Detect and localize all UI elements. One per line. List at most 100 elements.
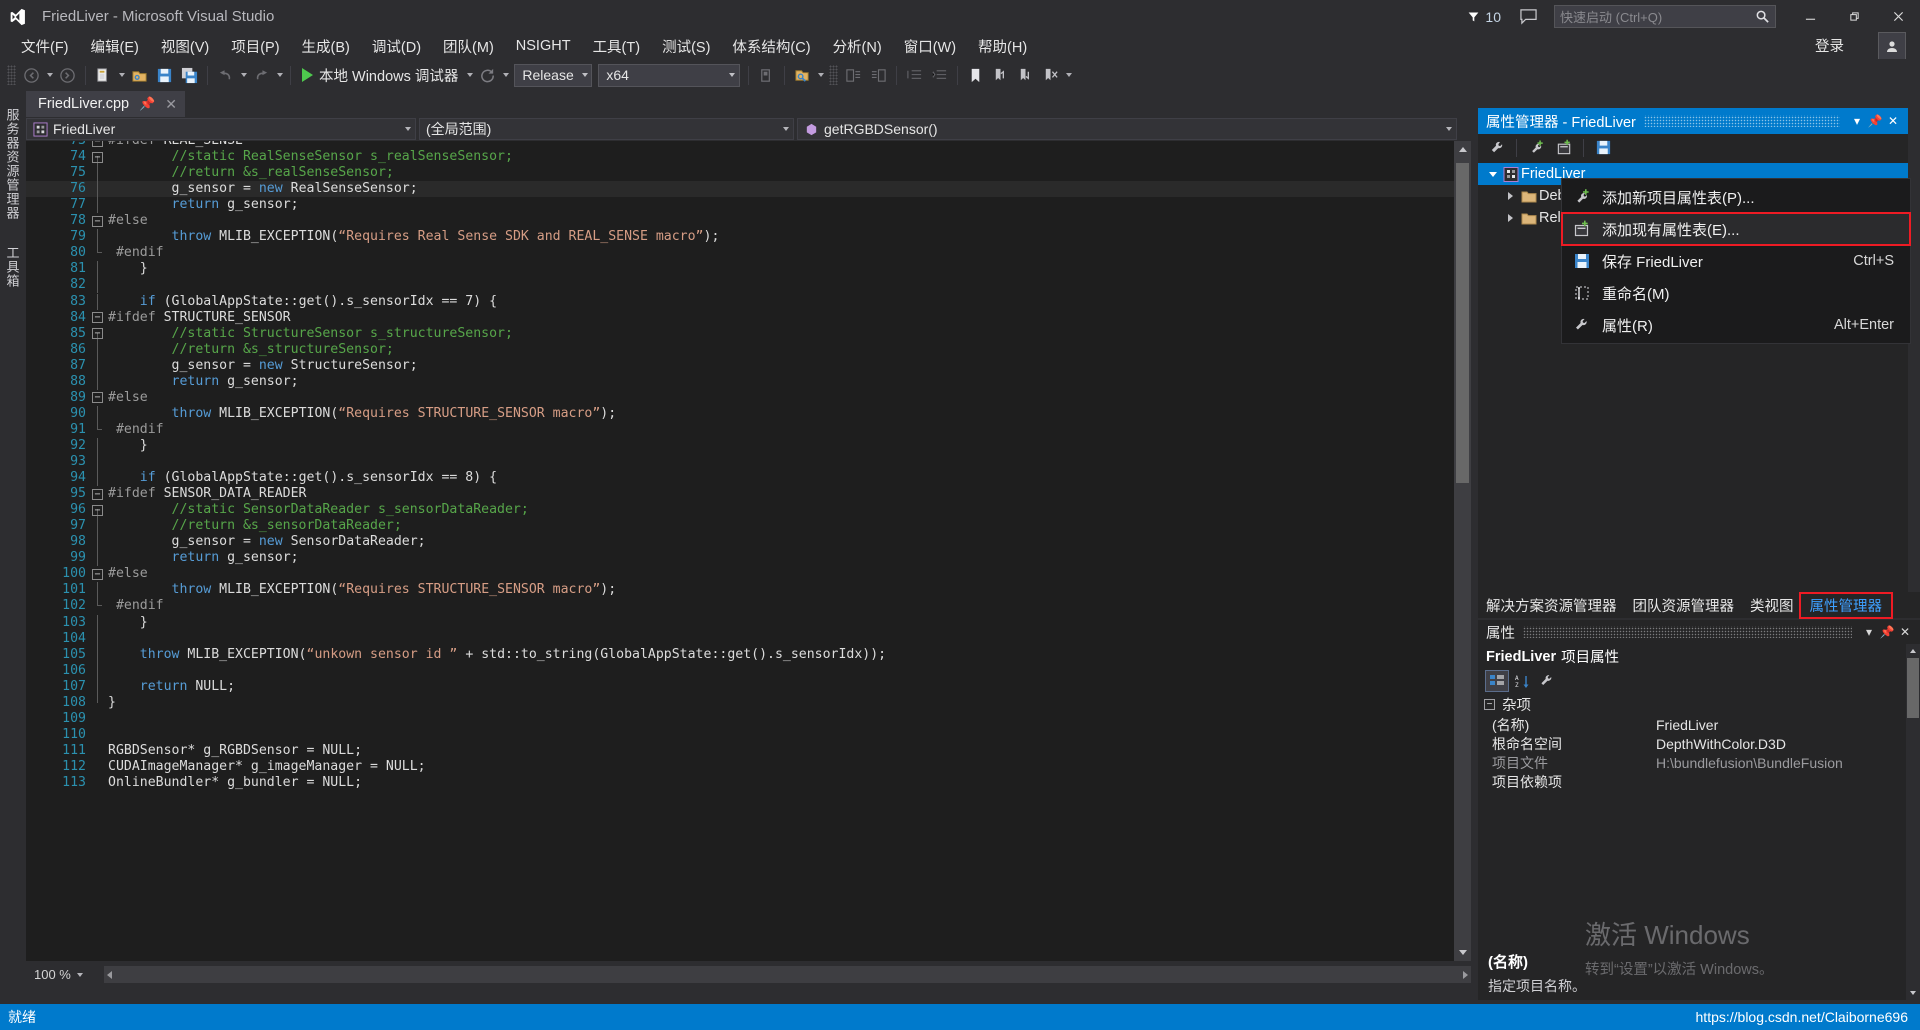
prop-row-project-file[interactable]: 项目文件 H:\bundlefusion\BundleFusion xyxy=(1478,753,1920,772)
minimize-button[interactable] xyxy=(1788,0,1832,33)
attach-process-icon[interactable] xyxy=(754,63,779,87)
close-button[interactable] xyxy=(1876,0,1920,33)
code-line[interactable]: 93 xyxy=(26,454,1471,471)
property-pages-icon[interactable] xyxy=(1536,671,1558,691)
menu-view[interactable]: 视图(V) xyxy=(150,33,220,60)
navbar-scope-combo[interactable]: (全局范围) xyxy=(419,118,794,140)
restart-icon[interactable] xyxy=(475,63,500,87)
properties-group-row[interactable]: − 杂项 xyxy=(1478,693,1920,715)
code-line[interactable]: 95− #ifdef SENSOR_DATA_READER xyxy=(26,486,1471,502)
find-in-files-icon[interactable] xyxy=(790,63,815,87)
undo-dropdown[interactable] xyxy=(238,63,249,87)
code-line[interactable]: 109 xyxy=(26,711,1471,727)
menu-file[interactable]: 文件(F) xyxy=(10,33,80,60)
close-icon[interactable]: ✕ xyxy=(1884,111,1902,131)
code-line[interactable]: 108} xyxy=(26,694,1471,711)
code-line[interactable]: 85− //static StructureSensor s_structure… xyxy=(26,326,1471,342)
editor-tab-friedliver-cpp[interactable]: FriedLiver.cpp 📌 ✕ xyxy=(26,91,185,117)
close-icon[interactable]: ✕ xyxy=(1896,622,1914,642)
scroll-down-arrow[interactable] xyxy=(1454,944,1471,961)
notification-indicator[interactable]: 10 xyxy=(1467,9,1501,25)
prop-row-root-namespace[interactable]: 根命名空间 DepthWithColor.D3D xyxy=(1478,734,1920,753)
properties-subject[interactable]: FriedLiver 项目属性 xyxy=(1478,644,1920,669)
alphabetical-sort-icon[interactable]: AZ xyxy=(1511,671,1533,691)
clear-bookmarks-icon[interactable] xyxy=(1038,63,1063,87)
scroll-down-arrow[interactable] xyxy=(1906,986,1920,1000)
quick-launch-search[interactable]: 快速启动 (Ctrl+Q) xyxy=(1554,5,1776,28)
code-line[interactable]: 101 throw MLIB_EXCEPTION(“Requires STRUC… xyxy=(26,582,1471,599)
add-existing-property-sheet-icon[interactable] xyxy=(1551,136,1577,159)
collapse-region-icon[interactable]: − xyxy=(92,312,103,324)
new-item-icon[interactable] xyxy=(91,63,116,87)
strip-toolbox[interactable]: 工具箱 xyxy=(0,232,24,302)
prop-row-project-dependencies[interactable]: 项目依赖项 xyxy=(1478,772,1920,791)
pin-icon[interactable]: 📌 xyxy=(1878,622,1896,642)
outdent-icon[interactable] xyxy=(902,63,927,87)
code-line[interactable]: 90 throw MLIB_EXCEPTION(“Requires STRUCT… xyxy=(26,405,1471,422)
menu-nsight[interactable]: NSIGHT xyxy=(505,35,582,57)
pin-icon[interactable]: 📌 xyxy=(139,96,155,112)
code-line[interactable]: 75 //return &s_realSenseSensor; xyxy=(26,165,1471,182)
code-line[interactable]: 89− #else xyxy=(26,390,1471,406)
ctx-save-friedliver[interactable]: 保存 FriedLiver Ctrl+S xyxy=(1562,245,1910,277)
redo-dropdown[interactable] xyxy=(274,63,285,87)
collapse-region-icon[interactable]: − xyxy=(92,392,103,404)
code-line[interactable]: 84− #ifdef STRUCTURE_SENSOR xyxy=(26,310,1471,326)
close-icon[interactable]: ✕ xyxy=(165,96,177,113)
ctx-rename[interactable]: 重命名(M) xyxy=(1562,277,1910,309)
code-line[interactable]: 97 //return &s_sensorDataReader; xyxy=(26,518,1471,535)
code-line[interactable]: 87 g_sensor = new StructureSensor; xyxy=(26,357,1471,374)
sign-in-link[interactable]: 登录 xyxy=(1815,35,1844,56)
scroll-left-arrow[interactable] xyxy=(107,971,112,979)
indent-icon[interactable] xyxy=(927,63,952,87)
ctx-properties[interactable]: 属性(R) Alt+Enter xyxy=(1562,309,1910,341)
navbar-member-combo[interactable]: getRGBDSensor() xyxy=(797,118,1457,140)
uncomment-icon[interactable] xyxy=(866,63,891,87)
code-line[interactable]: 78− #else xyxy=(26,213,1471,229)
property-sheet-icon[interactable] xyxy=(1484,136,1510,159)
property-value[interactable]: H:\bundlefusion\BundleFusion xyxy=(1648,755,1920,771)
open-file-icon[interactable] xyxy=(127,63,152,87)
collapse-region-icon[interactable]: − xyxy=(92,328,103,340)
solution-platform-combo[interactable]: x64 xyxy=(598,63,741,87)
code-line[interactable]: 81 } xyxy=(26,261,1471,278)
code-line[interactable]: 113 OnlineBundler* g_bundler = NULL; xyxy=(26,775,1471,791)
tab-property-manager[interactable]: 属性管理器 xyxy=(1798,591,1893,619)
code-line[interactable]: 79 throw MLIB_EXCEPTION(“Requires Real S… xyxy=(26,229,1471,246)
code-line[interactable]: 80 #endif xyxy=(26,245,1471,261)
tab-class-view[interactable]: 类视图 xyxy=(1742,595,1802,616)
code-line[interactable]: 107 return NULL; xyxy=(26,678,1471,695)
navigate-back-dropdown[interactable] xyxy=(44,63,55,87)
add-new-property-sheet-icon[interactable] xyxy=(1523,136,1549,159)
save-icon[interactable] xyxy=(152,63,177,87)
undo-icon[interactable] xyxy=(213,63,238,87)
comment-out-icon[interactable] xyxy=(841,63,866,87)
new-item-dropdown[interactable] xyxy=(116,63,127,87)
redo-icon[interactable] xyxy=(249,63,274,87)
code-line[interactable]: 76 g_sensor = new RealSenseSensor; xyxy=(26,181,1471,198)
code-line[interactable]: 98 g_sensor = new SensorDataReader; xyxy=(26,534,1471,551)
menu-project[interactable]: 项目(P) xyxy=(220,33,290,60)
properties-grid[interactable]: (名称) FriedLiver 根命名空间 DepthWithColor.D3D 项目文… xyxy=(1478,715,1920,791)
chevron-down-icon[interactable]: ▾ xyxy=(1860,622,1878,642)
chevron-right-icon[interactable] xyxy=(1502,192,1519,200)
collapse-region-icon[interactable]: − xyxy=(92,504,103,516)
bookmark-icon[interactable] xyxy=(963,63,988,87)
code-line[interactable]: 74− //static RealSenseSensor s_realSense… xyxy=(26,149,1471,166)
menu-edit[interactable]: 编辑(E) xyxy=(80,33,150,60)
code-line[interactable]: 110 xyxy=(26,727,1471,743)
previous-bookmark-icon[interactable] xyxy=(988,63,1013,87)
code-line[interactable]: 88 return g_sensor; xyxy=(26,373,1471,390)
code-line[interactable]: 92 } xyxy=(26,437,1471,454)
menu-debug[interactable]: 调试(D) xyxy=(361,33,432,60)
collapse-region-icon[interactable]: − xyxy=(92,488,103,500)
code-line[interactable]: 111 RGBDSensor* g_RGBDSensor = NULL; xyxy=(26,743,1471,759)
next-bookmark-icon[interactable] xyxy=(1013,63,1038,87)
code-line[interactable]: 100− #else xyxy=(26,566,1471,582)
code-line[interactable]: 91 #endif xyxy=(26,421,1471,438)
code-line[interactable]: 102 #endif xyxy=(26,598,1471,614)
start-debugging-dropdown[interactable] xyxy=(464,63,475,87)
collapse-region-icon[interactable]: − xyxy=(92,141,103,147)
menu-architecture[interactable]: 体系结构(C) xyxy=(721,33,821,60)
editor-vertical-scrollbar[interactable] xyxy=(1454,141,1471,961)
